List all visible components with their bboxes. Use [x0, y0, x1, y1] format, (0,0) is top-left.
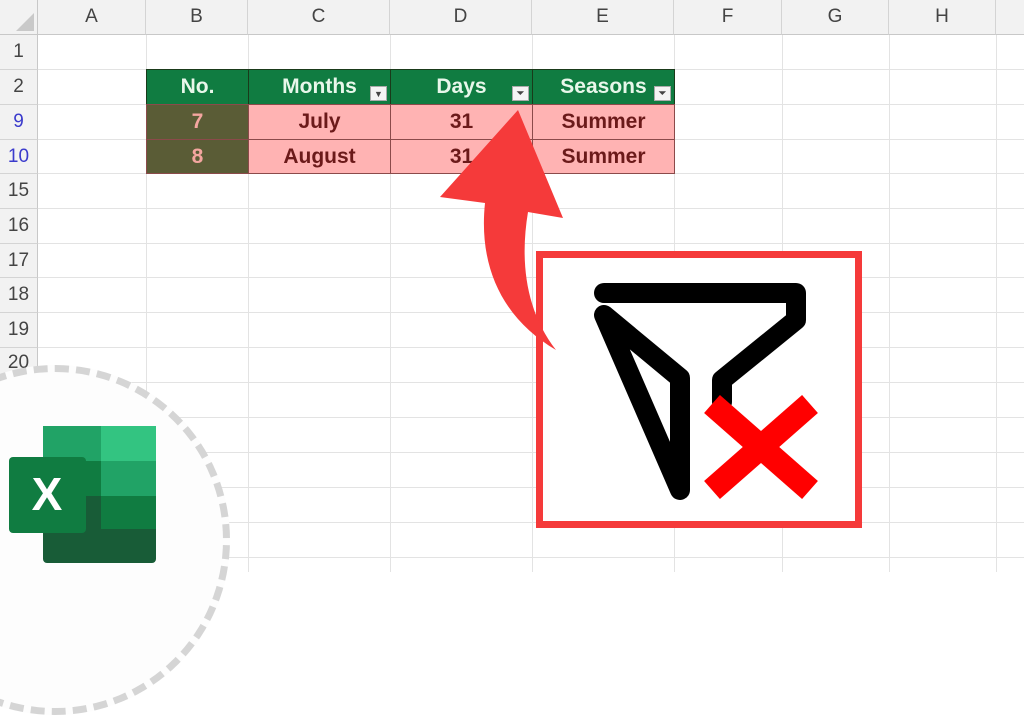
- gridline: [996, 35, 997, 572]
- column-header-g[interactable]: G: [782, 0, 889, 35]
- row-header[interactable]: 19: [0, 313, 38, 348]
- clear-filter-callout: [536, 251, 862, 528]
- table-cell[interactable]: Summer: [532, 139, 675, 174]
- row-header[interactable]: 1: [0, 35, 38, 70]
- gridline: [38, 243, 1024, 244]
- table-cell[interactable]: 7: [146, 104, 249, 140]
- filter-icon: ⏷: [516, 88, 525, 98]
- table-header-seasons[interactable]: Seasons ⏷: [532, 69, 675, 105]
- gridline: [38, 347, 1024, 348]
- column-header-c[interactable]: C: [248, 0, 390, 35]
- table-cell[interactable]: 31: [390, 139, 533, 174]
- row-header[interactable]: 15: [0, 174, 38, 209]
- header-label: No.: [180, 75, 215, 98]
- row-header[interactable]: 16: [0, 209, 38, 244]
- gridline: [889, 35, 890, 572]
- gridline: [38, 417, 1024, 418]
- select-all-corner[interactable]: [0, 0, 38, 35]
- column-header-h[interactable]: H: [889, 0, 996, 35]
- header-label: Seasons: [560, 75, 647, 98]
- row-header[interactable]: 17: [0, 244, 38, 278]
- column-header-i[interactable]: [996, 0, 1024, 35]
- header-label: Months: [282, 75, 357, 98]
- gridline: [38, 208, 1024, 209]
- row-header-filtered[interactable]: 10: [0, 140, 38, 174]
- table-cell[interactable]: Summer: [532, 104, 675, 140]
- header-label: Days: [436, 75, 487, 98]
- table-cell[interactable]: August: [248, 139, 391, 174]
- table-cell[interactable]: 31: [390, 104, 533, 140]
- chevron-down-icon: ▼: [374, 88, 383, 99]
- column-header-a[interactable]: A: [38, 0, 146, 35]
- gridline: [38, 312, 1024, 313]
- column-header-b[interactable]: B: [146, 0, 248, 35]
- column-header-d[interactable]: D: [390, 0, 532, 35]
- gridline: [38, 277, 1024, 278]
- column-header-f[interactable]: F: [674, 0, 782, 35]
- table-cell[interactable]: July: [248, 104, 391, 140]
- gridline: [38, 382, 1024, 383]
- row-header[interactable]: 2: [0, 70, 38, 105]
- filter-applied-button[interactable]: ⏷: [654, 86, 671, 101]
- filter-applied-button[interactable]: ⏷: [512, 86, 529, 101]
- row-header-filtered[interactable]: 9: [0, 105, 38, 140]
- table-cell[interactable]: 8: [146, 139, 249, 174]
- row-header[interactable]: 18: [0, 278, 38, 313]
- filter-dropdown-button[interactable]: ▼: [370, 86, 387, 101]
- table-header-days[interactable]: Days ⏷: [390, 69, 533, 105]
- table-header-months[interactable]: Months ▼: [248, 69, 391, 105]
- column-header-e[interactable]: E: [532, 0, 674, 35]
- table-header-no[interactable]: No.: [146, 69, 249, 105]
- filter-icon: ⏷: [658, 88, 667, 98]
